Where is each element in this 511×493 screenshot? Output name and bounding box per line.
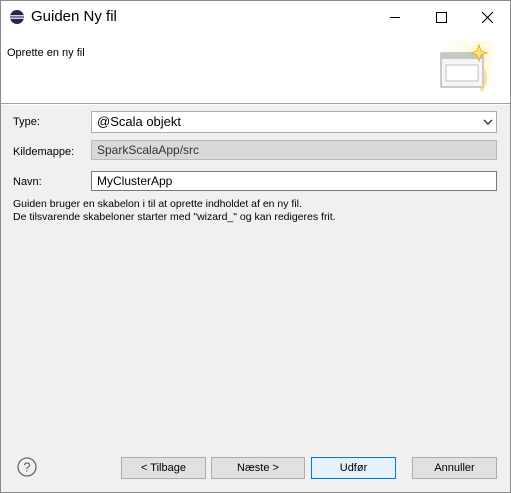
help-line-2: De tilsvarende skabeloner starter med "w…	[13, 211, 336, 223]
new-file-wizard-icon	[437, 41, 493, 97]
next-button[interactable]: Næste >	[211, 457, 305, 479]
svg-text:?: ?	[23, 460, 30, 475]
next-button-label: Næste >	[237, 462, 279, 474]
help-icon[interactable]: ?	[17, 457, 37, 477]
title-bar[interactable]: Guiden Ny fil	[1, 1, 510, 33]
banner-divider-highlight	[1, 104, 510, 105]
window-title: Guiden Ny fil	[31, 8, 117, 25]
maximize-icon	[435, 11, 447, 23]
wizard-description: Oprette en ny fil	[7, 47, 85, 59]
back-button-label: < Tilbage	[141, 462, 186, 474]
name-input[interactable]: MyClusterApp	[91, 171, 497, 191]
wizard-help-text: Guiden bruger en skabelon i til at opret…	[13, 198, 336, 224]
source-folder-label: Kildemappe:	[13, 146, 75, 158]
finish-button[interactable]: Udfør	[311, 457, 396, 479]
cancel-button-label: Annuller	[434, 462, 475, 474]
name-input-value: MyClusterApp	[97, 174, 173, 188]
help-line-1: Guiden bruger en skabelon i til at opret…	[13, 198, 302, 210]
source-folder-value: SparkScalaApp/src	[97, 143, 200, 157]
minimize-button[interactable]	[372, 1, 418, 33]
type-select-value: @Scala objekt	[97, 114, 182, 129]
chevron-down-icon	[483, 119, 493, 125]
close-icon	[481, 11, 493, 23]
wizard-banner: Oprette en ny fil	[1, 33, 510, 103]
finish-button-label: Udfør	[339, 462, 368, 474]
back-button[interactable]: < Tilbage	[121, 457, 206, 479]
maximize-button[interactable]	[418, 1, 464, 33]
name-label: Navn:	[13, 176, 42, 188]
close-button[interactable]	[464, 1, 510, 33]
eclipse-icon	[10, 10, 24, 24]
type-label: Type:	[13, 116, 40, 128]
minimize-icon	[390, 16, 400, 18]
source-folder-field: SparkScalaApp/src	[91, 140, 497, 160]
new-file-wizard-window: Guiden Ny fil Oprette en ny fil Type: @S…	[0, 0, 511, 493]
cancel-button[interactable]: Annuller	[412, 457, 497, 479]
type-select[interactable]: @Scala objekt	[91, 111, 497, 133]
